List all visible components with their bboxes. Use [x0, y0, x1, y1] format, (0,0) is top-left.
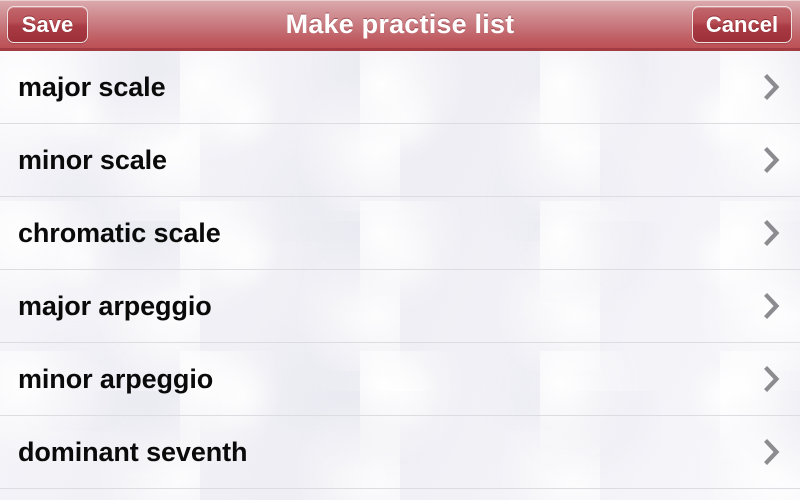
cancel-button[interactable]: Cancel	[692, 6, 792, 43]
save-button-label: Save	[21, 11, 74, 37]
save-button[interactable]: Save	[7, 6, 88, 43]
chevron-right-icon	[764, 220, 780, 246]
chevron-right-icon	[764, 74, 780, 100]
practise-list[interactable]: major scale minor scale chromatic scale maj…	[0, 51, 800, 500]
app-window: Save Make practise list Cancel major sca…	[0, 0, 800, 500]
list-item-label: major scale	[18, 71, 166, 102]
list-item-label: minor scale	[18, 144, 167, 175]
cancel-button-label: Cancel	[705, 11, 779, 37]
chevron-right-icon	[764, 147, 780, 173]
list-item[interactable]: minor arpeggio	[0, 343, 800, 416]
chevron-right-icon	[764, 366, 780, 392]
list-item-label: dominant seventh	[18, 436, 248, 467]
chevron-right-icon	[764, 293, 780, 319]
list-item-label: minor arpeggio	[18, 363, 214, 394]
page-title: Make practise list	[285, 8, 515, 39]
list-item-label: chromatic scale	[18, 217, 221, 248]
navigation-bar: Save Make practise list Cancel	[0, 0, 800, 51]
list-item-label: major arpeggio	[18, 290, 212, 321]
list-item[interactable]: dominant seventh	[0, 416, 800, 489]
list-item[interactable]: minor scale	[0, 124, 800, 197]
list-item[interactable]: chromatic scale	[0, 197, 800, 270]
list-item[interactable]: major scale	[0, 51, 800, 124]
chevron-right-icon	[764, 439, 780, 465]
list-item[interactable]	[0, 489, 800, 500]
list-item[interactable]: major arpeggio	[0, 270, 800, 343]
